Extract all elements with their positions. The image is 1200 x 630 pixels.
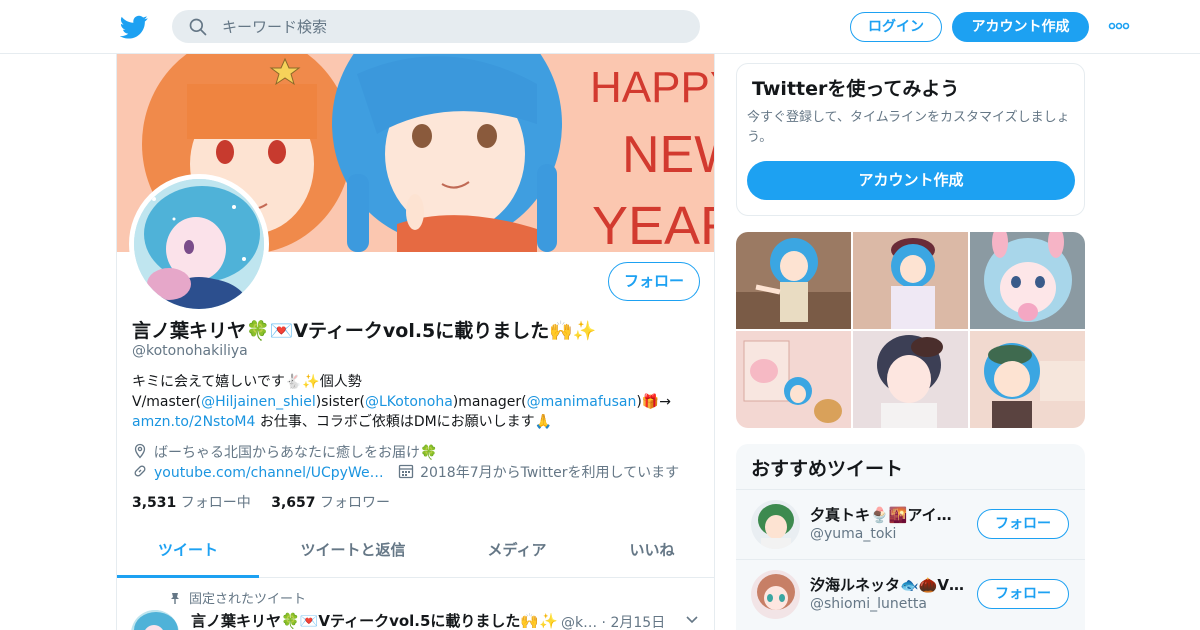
bio-link[interactable]: amzn.to/2NstoM4 [132, 414, 255, 430]
media-image [736, 232, 851, 329]
bio-text: )manager( [452, 394, 527, 410]
mention-link[interactable]: @manimafusan [527, 394, 637, 410]
followers-count: 3,657 [271, 495, 316, 511]
profile-tabs: ツイート ツイートと返信 メディア いいね [117, 528, 714, 578]
signup-card: Twitterを使ってみよう 今すぐ登録して、タイムラインをカスタマイズしましょ… [736, 63, 1085, 216]
recommended-tweets: おすすめツイート 夕真トキ🍨🌇アイ… @yuma_toki フォロー 汐海ルネッ… [736, 444, 1085, 630]
profile-location: ばーちゃる北国からあなたに癒しをお届け🍀 [132, 442, 437, 462]
bio-line-2: V/master(@Hiljainen_shiel)sister(@LKoton… [132, 392, 692, 412]
signup-card-button[interactable]: アカウント作成 [747, 161, 1075, 200]
followers-label: フォロワー [319, 495, 390, 511]
followers-link[interactable]: 3,657 フォロワー [271, 495, 390, 511]
recommended-user-avatar[interactable] [751, 500, 800, 549]
media-thumbnail[interactable] [853, 232, 968, 329]
tweet-date[interactable]: 2月15日 [610, 615, 665, 630]
media-thumbnail[interactable] [970, 331, 1085, 428]
profile-bio: キミに会えて嬉しいです🐇✨個人勢 V/master(@Hiljainen_shi… [132, 372, 692, 432]
banner-text-year: YEAR! [592, 196, 715, 252]
calendar-icon [398, 464, 414, 479]
following-link[interactable]: 3,531 フォロー中 [132, 495, 251, 511]
tab-likes[interactable]: いいね [607, 528, 697, 578]
profile-column: HAPPY NEW YEAR! フォロー 言ノ葉キリヤ🍀💌Vティークvol.5に… [116, 54, 715, 630]
more-options-icon[interactable] [1108, 20, 1130, 32]
profile-meta: youtube.com/channel/UCpyWe… 2018年7月からTwi… [132, 462, 679, 482]
mention-link[interactable]: @LKotonoha [365, 394, 453, 410]
link-icon [134, 465, 146, 477]
tab-tweets-and-replies[interactable]: ツイートと返信 [272, 528, 434, 578]
recommended-user-name[interactable]: 汐海ルネッタ🐟🌰V… [810, 574, 970, 595]
mention-link[interactable]: @Hiljainen_shiel [201, 394, 316, 410]
follow-button[interactable]: フォロー [977, 509, 1069, 539]
bio-text: V/master( [132, 394, 202, 410]
bio-text: )🎁→ [636, 394, 672, 410]
tweet-author-handle[interactable]: @k… [561, 615, 597, 630]
twitter-bird-icon[interactable] [120, 13, 148, 41]
bio-text: )sister( [315, 394, 365, 410]
signup-card-title: Twitterを使ってみよう [752, 78, 960, 100]
media-image [736, 331, 851, 428]
search-box[interactable] [172, 10, 700, 43]
media-thumbnail[interactable] [853, 331, 968, 428]
bio-line-3: amzn.to/2NstoM4 お仕事、コラボご依頼はDMにお願いします🙏 [132, 412, 692, 432]
chevron-down-icon[interactable] [685, 614, 699, 626]
media-thumbnails [736, 232, 1085, 428]
avatar-image [751, 500, 800, 549]
bio-line-1: キミに会えて嬉しいです🐇✨個人勢 [132, 374, 362, 390]
recommended-user-row[interactable]: 夕真トキ🍨🌇アイ… @yuma_toki フォロー [736, 489, 1085, 557]
pin-icon [171, 593, 179, 604]
tab-media[interactable]: メディア [467, 528, 567, 578]
avatar-image [751, 570, 800, 619]
login-button[interactable]: ログイン [850, 12, 942, 42]
recommended-user-handle[interactable]: @yuma_toki [810, 526, 896, 542]
recommended-user-avatar[interactable] [751, 570, 800, 619]
media-thumbnail[interactable] [736, 331, 851, 428]
banner-text-happy: HAPPY [590, 63, 715, 112]
pinned-text: 固定されたツイート [189, 592, 307, 607]
recommended-user-handle[interactable]: @shiomi_lunetta [810, 596, 927, 612]
recommended-user-row[interactable]: 汐海ルネッタ🐟🌰V… @shiomi_lunetta フォロー [736, 559, 1085, 627]
location-text: ばーちゃる北国からあなたに癒しをお届け🍀 [154, 445, 438, 461]
media-image [970, 331, 1085, 428]
profile-handle[interactable]: @kotonohakiliya [132, 343, 248, 359]
tweet-author-name[interactable]: 言ノ葉キリヤ🍀💌Vティークvol.5に載りました🙌✨ [191, 610, 558, 630]
signup-card-description: 今すぐ登録して、タイムラインをカスタマイズしましょう。 [747, 110, 1070, 145]
following-label: フォロー中 [180, 495, 251, 511]
media-image [853, 331, 968, 428]
signup-button[interactable]: アカウント作成 [952, 12, 1089, 42]
banner-text-new: NEW [622, 126, 715, 184]
media-thumbnail[interactable] [736, 232, 851, 329]
profile-name: 言ノ葉キリヤ🍀💌Vティークvol.5に載りました🙌✨ [132, 320, 597, 342]
media-thumbnail[interactable] [970, 232, 1085, 329]
tweet-meta: @k… · 2月15日 [561, 615, 666, 630]
joined-date: 2018年7月からTwitterを利用しています [420, 465, 680, 481]
recommended-title: おすすめツイート [751, 458, 904, 480]
follow-button[interactable]: フォロー [608, 262, 700, 301]
tab-tweets[interactable]: ツイート [117, 528, 259, 578]
location-pin-icon [134, 443, 146, 459]
tweet-author-avatar[interactable] [131, 610, 179, 630]
search-icon [189, 18, 207, 36]
tweet-avatar-image [131, 610, 179, 630]
following-count: 3,531 [132, 495, 177, 511]
profile-avatar[interactable] [129, 174, 269, 314]
profile-stats: 3,531 フォロー中 3,657 フォロワー [132, 492, 390, 512]
media-image [853, 232, 968, 329]
follow-button[interactable]: フォロー [977, 579, 1069, 609]
pinned-tweet-label: 固定されたツイート [169, 588, 306, 607]
top-navigation-bar: ログイン アカウント作成 [0, 0, 1200, 54]
search-input[interactable] [222, 10, 682, 43]
media-image [970, 232, 1085, 329]
bio-text: お仕事、コラボご依頼はDMにお願いします🙏 [255, 414, 553, 430]
website-link[interactable]: youtube.com/channel/UCpyWe… [154, 465, 384, 481]
recommended-user-name[interactable]: 夕真トキ🍨🌇アイ… [810, 504, 970, 525]
avatar-image [134, 179, 264, 309]
